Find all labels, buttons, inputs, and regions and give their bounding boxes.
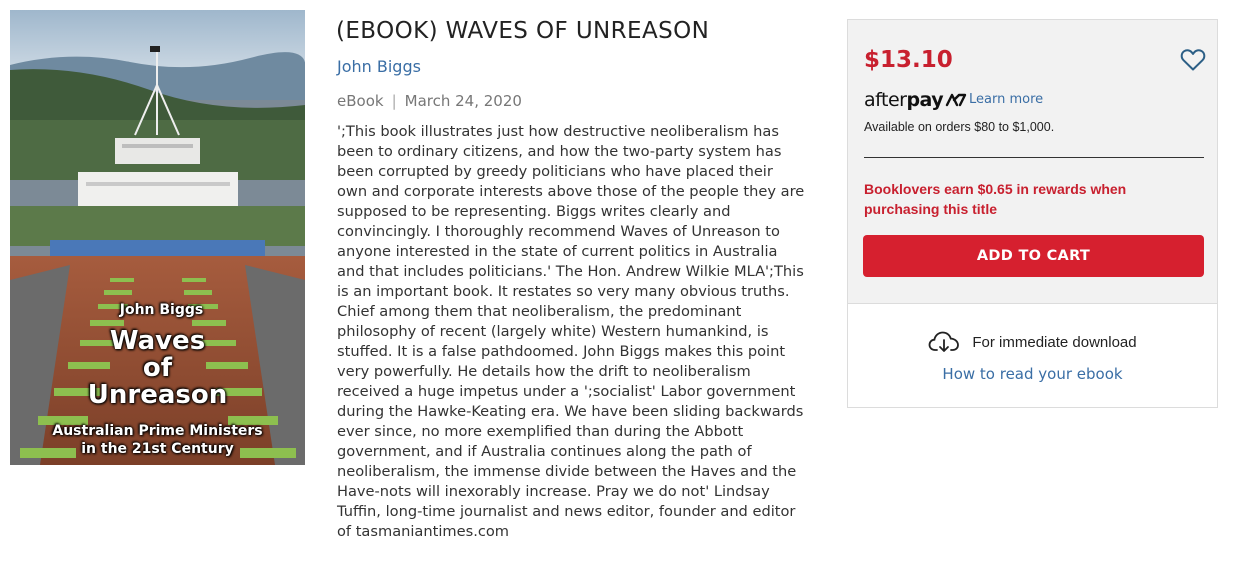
cover-title-line: of: [142, 353, 173, 383]
price: $13.10: [864, 47, 953, 73]
cover-author: John Biggs: [119, 302, 204, 318]
purchase-panel: $13.10 after pay Learn more Available on …: [847, 19, 1218, 408]
meta-separator: |: [391, 92, 397, 110]
afterpay-note: Available on orders $80 to $1,000.: [864, 120, 1055, 134]
book-format: eBook: [337, 92, 384, 110]
add-to-cart-button[interactable]: ADD TO CART: [863, 235, 1204, 277]
afterpay-brand-suffix: pay: [906, 89, 944, 111]
book-description: ';This book illustrates just how destruc…: [337, 123, 805, 540]
afterpay-brand-prefix: after: [864, 89, 907, 111]
purchase-panel-top: $13.10 after pay Learn more Available on …: [848, 20, 1217, 304]
divider: [864, 157, 1204, 158]
author-link[interactable]: John Biggs: [337, 57, 421, 76]
how-to-read-link[interactable]: How to read your ebook: [848, 365, 1217, 383]
cover-subtitle: Australian Prime Ministers in the 21st C…: [10, 422, 305, 458]
book-title: (EBOOK) WAVES OF UNREASON: [336, 18, 710, 44]
book-meta: eBook | March 24, 2020: [337, 92, 522, 110]
publish-date: March 24, 2020: [404, 92, 522, 110]
download-text: For immediate download: [972, 333, 1137, 351]
cover-subtitle-line: in the 21st Century: [81, 441, 234, 457]
afterpay-logo: after pay: [864, 89, 967, 111]
cloud-download-icon: [928, 331, 960, 352]
cover-title: Waves of Unreason: [10, 328, 305, 409]
book-cover[interactable]: John Biggs Waves of Unreason Australian …: [10, 10, 305, 465]
rewards-text: Booklovers earn $0.65 in rewards when pu…: [864, 181, 1127, 217]
cover-title-line: Unreason: [87, 380, 228, 410]
download-info: For immediate download: [848, 330, 1217, 354]
afterpay-learn-more-link[interactable]: Learn more: [969, 92, 1043, 107]
cover-subtitle-line: Australian Prime Ministers: [52, 423, 263, 439]
heart-icon[interactable]: [1180, 48, 1206, 72]
cover-title-line: Waves: [109, 326, 206, 356]
afterpay-icon: [945, 93, 967, 107]
